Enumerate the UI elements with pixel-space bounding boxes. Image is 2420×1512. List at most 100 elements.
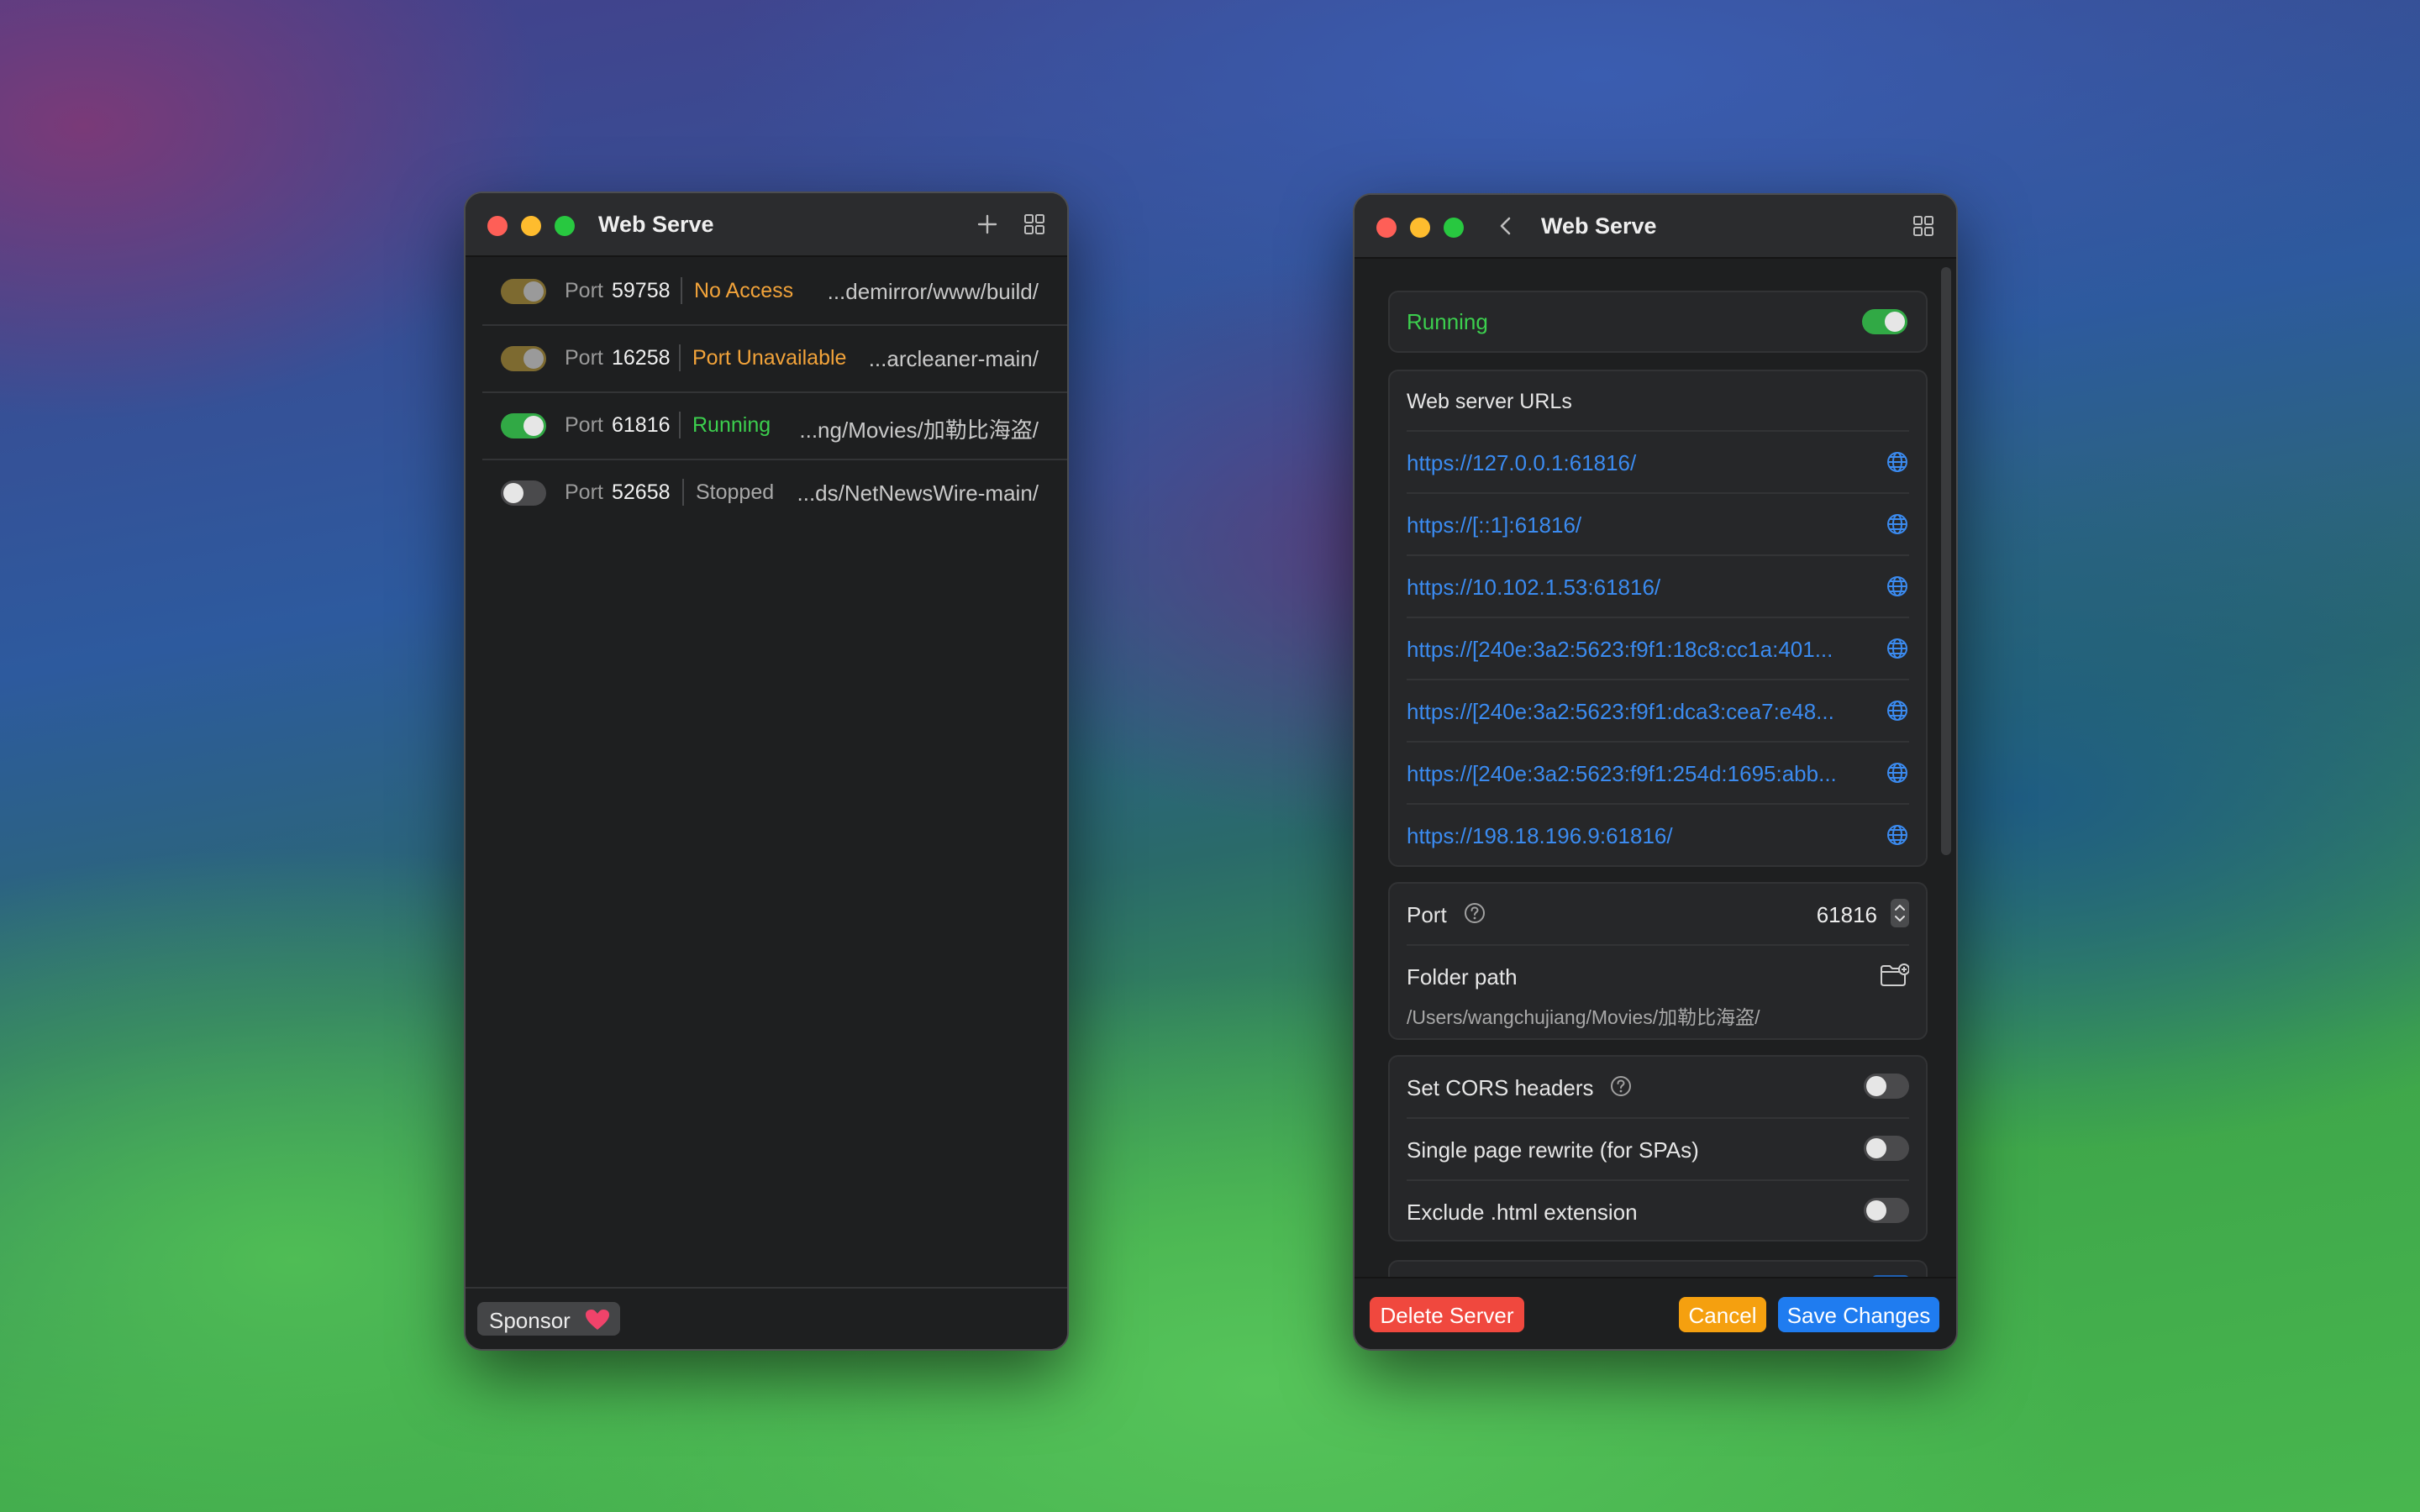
port-number: 61816 [612,413,671,437]
cancel-label: Cancel [1688,1303,1757,1328]
cors-label: Set CORS headers [1407,1075,1594,1100]
folder-label: Folder path [1407,964,1518,990]
port-number: 52658 [612,480,671,504]
title-bar: Web Serve [1355,195,1956,259]
window-title: Web Serve [598,212,714,237]
running-toggle[interactable] [1862,309,1907,334]
html-ext-toggle[interactable] [1864,1198,1909,1223]
close-button[interactable] [487,216,508,236]
url-link[interactable]: https://10.102.1.53:61816/ [1407,575,1877,601]
running-card: Running [1388,291,1928,353]
port-stepper[interactable] [1891,899,1909,927]
port-folder-card: Port 61816 Folder path /Users/wangchujia… [1388,882,1928,1040]
urls-header: Web server URLs [1407,390,1572,413]
server-toggle[interactable] [501,346,546,371]
divider [681,277,682,304]
sponsor-label: Sponsor [489,1308,571,1333]
server-detail-window: Web Serve Running Web server URLs https:… [1353,193,1958,1351]
port-label: Port [565,480,603,504]
url-row[interactable]: https://[240e:3a2:5623:f9f1:254d:1695:ab… [1407,743,1909,805]
zoom-button[interactable] [555,216,575,236]
spa-toggle[interactable] [1864,1136,1909,1161]
title-bar: Web Serve [466,193,1067,257]
server-row[interactable]: Port 61816 Running ...ng/Movies/加勒比海盗/ [482,391,1067,460]
url-row[interactable]: https://[240e:3a2:5623:f9f1:dca3:cea7:e4… [1407,680,1909,743]
running-status-label: Running [1407,309,1488,334]
cors-toggle[interactable] [1864,1074,1909,1099]
globe-icon[interactable] [1886,761,1909,785]
minimize-button[interactable] [521,216,541,236]
port-label: Port [565,413,603,437]
cors-row: Set CORS headers [1407,1057,1909,1119]
spa-row: Single page rewrite (for SPAs) [1407,1119,1909,1181]
chevron-up-down-icon [1895,905,1905,921]
folder-row: Folder path /Users/wangchujiang/Movies/加… [1407,946,1909,1037]
globe-icon[interactable] [1886,823,1909,847]
folder-add-icon[interactable] [1879,963,1909,988]
path-text: ...ng/Movies/加勒比海盗/ [799,417,1039,443]
url-row[interactable]: https://10.102.1.53:61816/ [1407,556,1909,618]
port-label: Port [565,346,603,370]
divider [679,412,681,438]
sponsor-button[interactable]: Sponsor [477,1302,620,1336]
server-row[interactable]: Port 59758 No Access ...demirror/www/bui… [482,257,1067,326]
port-label: Port [565,279,603,302]
back-chevron-icon[interactable] [1492,212,1521,240]
globe-icon[interactable] [1886,699,1909,722]
folder-path: /Users/wangchujiang/Movies/加勒比海盗/ [1407,1006,1760,1028]
path-text: ...demirror/www/build/ [827,279,1039,304]
close-button[interactable] [1376,218,1397,238]
url-row[interactable]: https://[240e:3a2:5623:f9f1:18c8:cc1a:40… [1407,618,1909,680]
server-list-window: Web Serve Port 59758 No Access ...demirr… [464,192,1069,1351]
globe-icon[interactable] [1886,450,1909,474]
server-toggle[interactable] [501,480,546,506]
html-ext-label: Exclude .html extension [1407,1200,1638,1225]
server-toggle[interactable] [501,413,546,438]
url-link[interactable]: https://198.18.196.9:61816/ [1407,823,1877,849]
minimize-button[interactable] [1410,218,1430,238]
path-text: ...arcleaner-main/ [868,346,1039,371]
status-text: No Access [694,279,794,302]
help-icon[interactable] [1464,902,1486,924]
heart-icon [586,1310,609,1330]
url-row[interactable]: https://198.18.196.9:61816/ [1407,805,1909,865]
server-row[interactable]: Port 52658 Stopped ...ds/NetNewsWire-mai… [482,459,1067,526]
cancel-button[interactable]: Cancel [1679,1297,1766,1332]
url-link[interactable]: https://[240e:3a2:5623:f9f1:254d:1695:ab… [1407,761,1877,787]
url-link[interactable]: https://127.0.0.1:61816/ [1407,450,1877,476]
grid-view-icon[interactable] [1909,212,1938,240]
path-text: ...ds/NetNewsWire-main/ [797,480,1039,506]
port-number: 59758 [612,279,671,302]
grid-view-icon[interactable] [1020,210,1049,239]
action-bar: Delete Server Cancel Save Changes [1355,1277,1956,1349]
port-value[interactable]: 61816 [1817,902,1877,928]
delete-server-label: Delete Server [1380,1303,1514,1328]
help-icon[interactable] [1610,1075,1632,1097]
port-number: 16258 [612,346,671,370]
url-link[interactable]: https://[::1]:61816/ [1407,512,1877,538]
server-row[interactable]: Port 16258 Port Unavailable ...arcleaner… [482,324,1067,393]
globe-icon[interactable] [1886,512,1909,536]
url-row[interactable]: https://127.0.0.1:61816/ [1407,432,1909,494]
url-link[interactable]: https://[240e:3a2:5623:f9f1:dca3:cea7:e4… [1407,699,1877,725]
spa-label: Single page rewrite (for SPAs) [1407,1137,1699,1163]
url-link[interactable]: https://[240e:3a2:5623:f9f1:18c8:cc1a:40… [1407,637,1877,663]
divider [682,479,684,506]
server-toggle[interactable] [501,279,546,304]
footer-bar: Sponsor [466,1287,1067,1349]
options-card: Set CORS headers Single page rewrite (fo… [1388,1055,1928,1242]
add-icon[interactable] [973,210,1002,239]
save-changes-label: Save Changes [1786,1303,1931,1328]
scrollbar[interactable] [1941,267,1951,855]
globe-icon[interactable] [1886,637,1909,660]
status-text: Stopped [696,480,775,504]
save-changes-button[interactable]: Save Changes [1778,1297,1939,1332]
delete-server-button[interactable]: Delete Server [1370,1297,1524,1332]
zoom-button[interactable] [1444,218,1464,238]
port-row: Port 61816 [1407,884,1909,946]
url-row[interactable]: https://[::1]:61816/ [1407,494,1909,556]
globe-icon[interactable] [1886,575,1909,598]
port-label: Port [1407,902,1447,927]
html-ext-row: Exclude .html extension [1407,1181,1909,1240]
status-text: Running [692,413,771,437]
